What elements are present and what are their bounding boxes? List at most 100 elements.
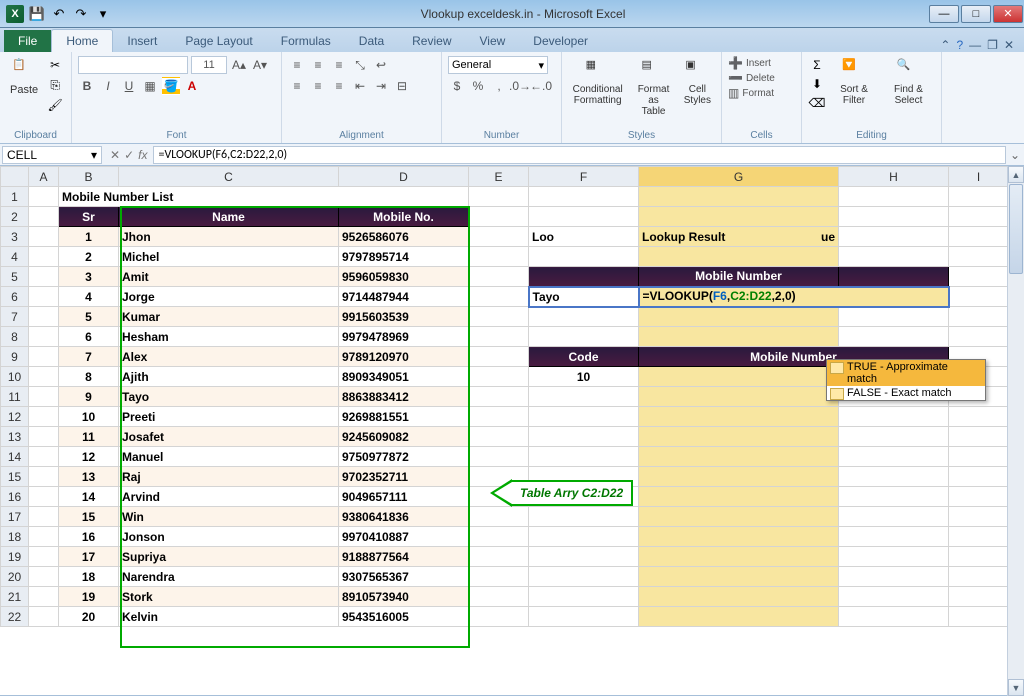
cell[interactable] <box>529 247 639 267</box>
cell[interactable]: 9915603539 <box>339 307 469 327</box>
row-header[interactable]: 2 <box>1 207 29 227</box>
conditional-formatting-button[interactable]: ▦Conditional Formatting <box>568 56 627 108</box>
tooltip-option-true[interactable]: TRUE - Approximate match <box>827 360 985 386</box>
cell[interactable]: 4 <box>59 287 119 307</box>
minimize-button[interactable]: — <box>929 5 959 23</box>
cell[interactable] <box>469 227 529 247</box>
row-header[interactable]: 3 <box>1 227 29 247</box>
font-name-combo[interactable] <box>78 56 188 74</box>
cell[interactable] <box>949 527 1009 547</box>
cell[interactable]: 9970410887 <box>339 527 469 547</box>
cell[interactable]: 9702352711 <box>339 467 469 487</box>
cell[interactable]: Hesham <box>119 327 339 347</box>
cell[interactable] <box>949 287 1009 307</box>
workbook-minimize-icon[interactable]: — <box>969 38 981 52</box>
cell[interactable] <box>839 567 949 587</box>
cell[interactable] <box>29 587 59 607</box>
maximize-button[interactable]: □ <box>961 5 991 23</box>
cell[interactable] <box>949 467 1009 487</box>
cell[interactable]: 18 <box>59 567 119 587</box>
format-as-table-button[interactable]: ▤Format as Table <box>631 56 675 119</box>
cell[interactable] <box>469 207 529 227</box>
cell[interactable] <box>29 447 59 467</box>
shrink-font-icon[interactable]: A▾ <box>251 56 269 74</box>
cell[interactable]: 9307565367 <box>339 567 469 587</box>
col-header[interactable]: H <box>839 167 949 187</box>
align-right-icon[interactable]: ≡ <box>330 77 348 95</box>
row-header[interactable]: 14 <box>1 447 29 467</box>
close-button[interactable]: ✕ <box>993 5 1023 23</box>
cell[interactable]: Ajith <box>119 367 339 387</box>
cell[interactable]: Mobile Number List <box>59 187 469 207</box>
cell[interactable] <box>529 327 639 347</box>
cell[interactable]: 8863883412 <box>339 387 469 407</box>
help-icon[interactable]: ? <box>956 38 963 52</box>
cell[interactable] <box>839 267 949 287</box>
cell[interactable] <box>949 407 1009 427</box>
cell[interactable] <box>469 467 529 487</box>
qat-dropdown-icon[interactable]: ▾ <box>94 5 112 23</box>
view-tab[interactable]: View <box>466 30 520 52</box>
cell[interactable]: Win <box>119 507 339 527</box>
cell[interactable] <box>949 247 1009 267</box>
row-header[interactable]: 19 <box>1 547 29 567</box>
cell[interactable]: =VLOOKUP(F6,C2:D22,2,0) <box>639 287 949 307</box>
cell[interactable]: 17 <box>59 547 119 567</box>
cell[interactable]: 1 <box>59 227 119 247</box>
cell[interactable] <box>29 207 59 227</box>
decrease-indent-icon[interactable]: ⇤ <box>351 77 369 95</box>
cell[interactable]: 2 <box>59 247 119 267</box>
cell[interactable] <box>839 187 949 207</box>
cell[interactable] <box>29 407 59 427</box>
cell[interactable]: Narendra <box>119 567 339 587</box>
cell[interactable] <box>529 527 639 547</box>
number-format-combo[interactable]: General▾ <box>448 56 548 74</box>
cell[interactable] <box>639 207 839 227</box>
autosum-icon[interactable]: Σ <box>808 56 826 74</box>
cell[interactable]: Alex <box>119 347 339 367</box>
name-box[interactable]: CELL▾ <box>2 146 102 164</box>
cell[interactable] <box>469 427 529 447</box>
cell[interactable]: Arvind <box>119 487 339 507</box>
redo-icon[interactable]: ↷ <box>72 5 90 23</box>
cell[interactable]: Loo <box>529 227 639 247</box>
cell[interactable] <box>29 367 59 387</box>
cell[interactable] <box>949 227 1009 247</box>
scroll-thumb[interactable] <box>1009 184 1023 274</box>
vertical-scrollbar[interactable]: ▲ ▼ <box>1007 166 1024 696</box>
cell[interactable] <box>469 387 529 407</box>
cell[interactable] <box>529 587 639 607</box>
cell[interactable] <box>469 307 529 327</box>
cell[interactable]: 9789120970 <box>339 347 469 367</box>
cell[interactable] <box>29 287 59 307</box>
row-header[interactable]: 12 <box>1 407 29 427</box>
cell[interactable]: 15 <box>59 507 119 527</box>
grow-font-icon[interactable]: A▴ <box>230 56 248 74</box>
cell[interactable] <box>29 427 59 447</box>
cell[interactable]: 9750977872 <box>339 447 469 467</box>
cell[interactable]: 9245609082 <box>339 427 469 447</box>
cell[interactable] <box>839 327 949 347</box>
format-cells-button[interactable]: ▥Format <box>728 86 774 100</box>
workbook-restore-icon[interactable]: ❐ <box>987 38 998 52</box>
cell[interactable] <box>639 327 839 347</box>
insert-tab[interactable]: Insert <box>113 30 171 52</box>
row-header[interactable]: 7 <box>1 307 29 327</box>
currency-icon[interactable]: $ <box>448 77 466 95</box>
cell[interactable]: Michel <box>119 247 339 267</box>
row-header[interactable]: 20 <box>1 567 29 587</box>
cell[interactable] <box>639 367 839 387</box>
enter-formula-icon[interactable]: ✓ <box>124 148 134 162</box>
row-header[interactable]: 1 <box>1 187 29 207</box>
cell[interactable]: Mobile Number <box>639 267 839 287</box>
cell[interactable] <box>29 327 59 347</box>
cell[interactable]: Manuel <box>119 447 339 467</box>
row-header[interactable]: 13 <box>1 427 29 447</box>
cell[interactable]: 14 <box>59 487 119 507</box>
row-header[interactable]: 17 <box>1 507 29 527</box>
cell[interactable]: 11 <box>59 427 119 447</box>
cell[interactable] <box>529 547 639 567</box>
cell[interactable] <box>529 407 639 427</box>
italic-icon[interactable]: I <box>99 77 117 95</box>
cell[interactable] <box>839 467 949 487</box>
